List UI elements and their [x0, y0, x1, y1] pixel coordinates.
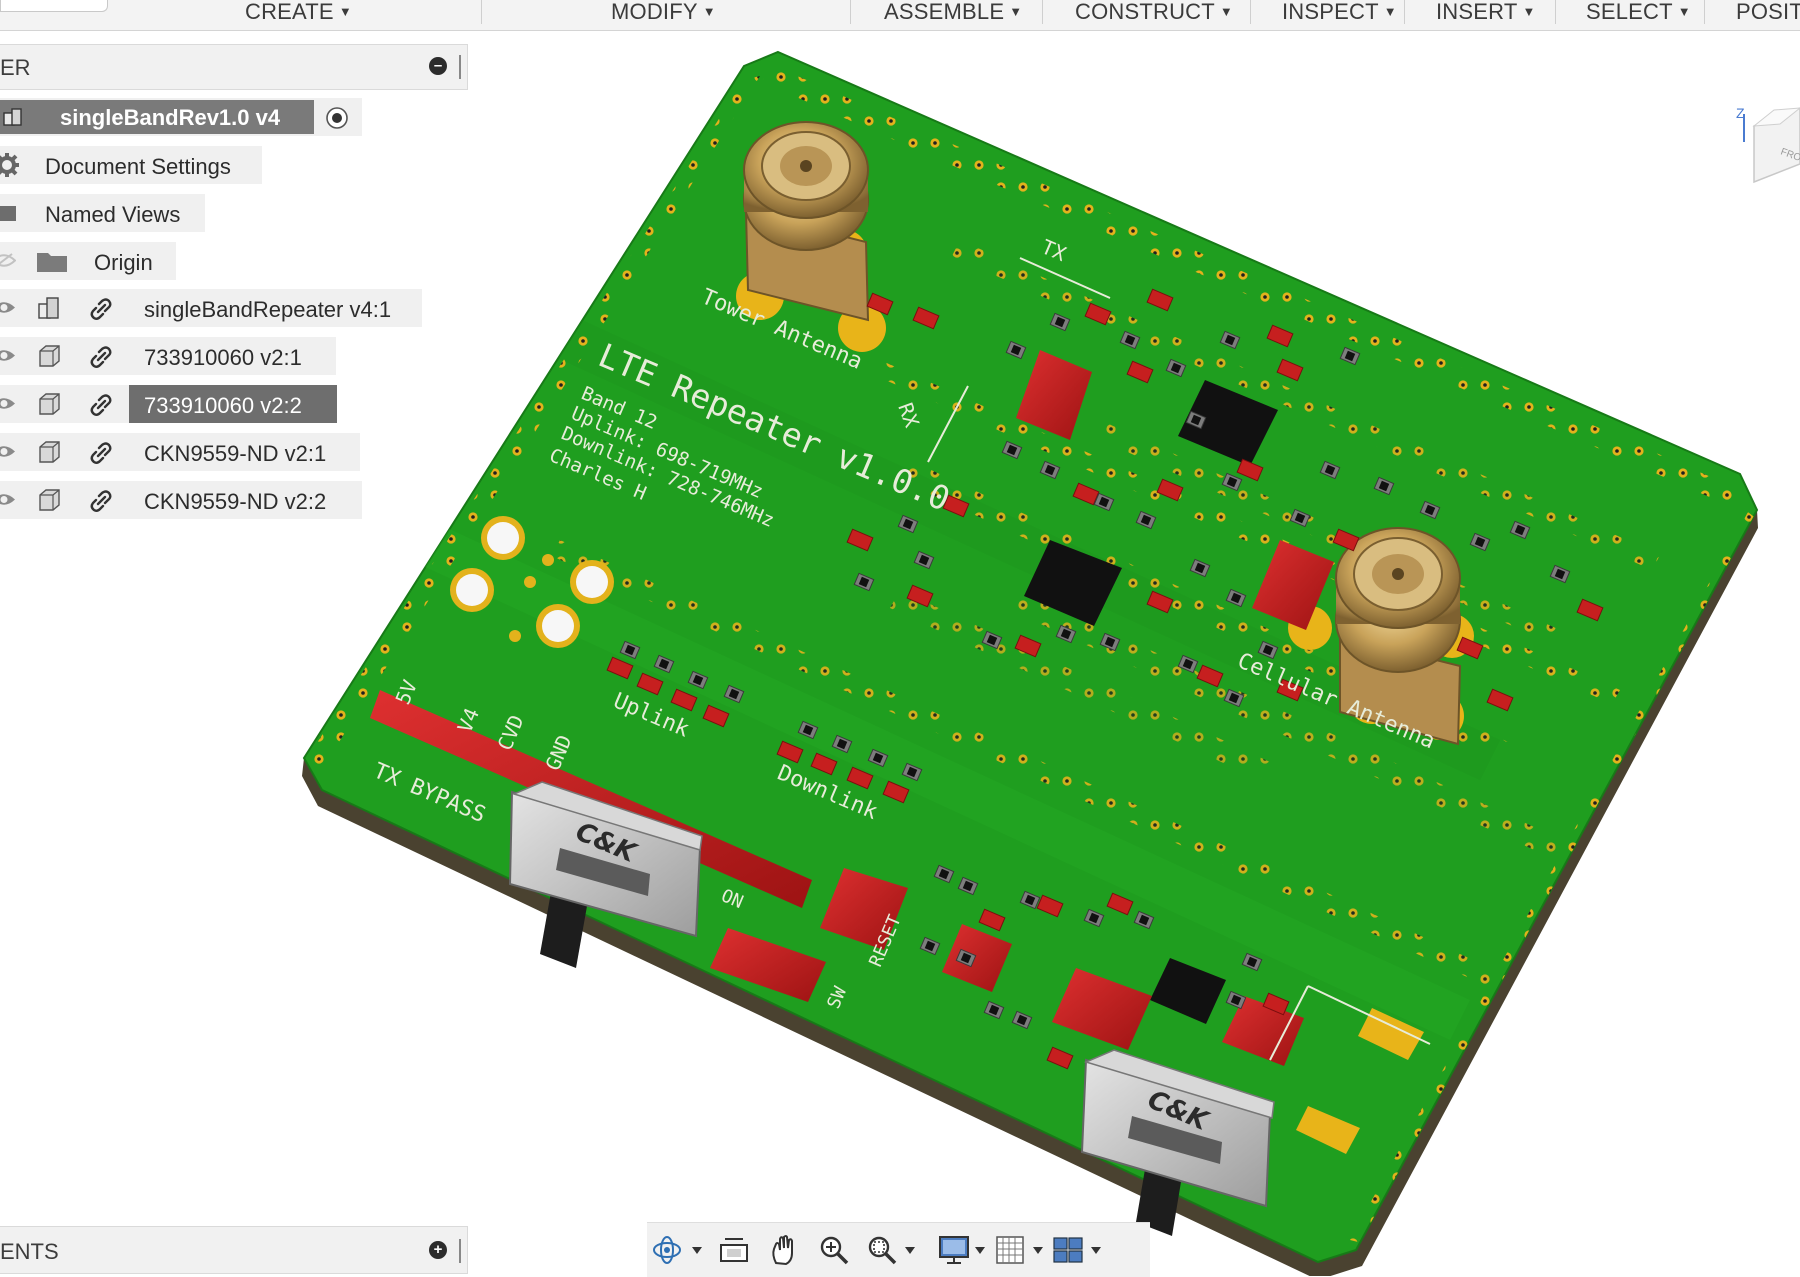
link-icon	[90, 394, 112, 416]
expand-icon[interactable]: +	[429, 1241, 447, 1259]
model-viewport[interactable]: LTE Repeater v1.0.0 Band 12 Uplink: 698-…	[0, 0, 1800, 1276]
body-icon	[39, 393, 60, 415]
eye-icon[interactable]	[0, 300, 16, 315]
zoom-dropdown-icon[interactable]	[905, 1247, 915, 1254]
folder-icon	[0, 206, 16, 221]
panel-grip-icon[interactable]	[459, 55, 461, 79]
eye-icon[interactable]	[0, 396, 16, 411]
browser-item-label: singleBandRepeater v4:1	[144, 297, 392, 322]
fit-icon[interactable]	[865, 1233, 899, 1267]
grid-settings-icon[interactable]	[993, 1233, 1027, 1267]
orbit-icon[interactable]	[651, 1233, 685, 1267]
browser-item-label: Named Views	[45, 202, 181, 227]
body-icon	[39, 489, 60, 511]
grid-dropdown-icon[interactable]	[1033, 1247, 1043, 1254]
display-settings-icon[interactable]	[937, 1233, 971, 1267]
comments-panel-header: ENTS +	[0, 1226, 468, 1274]
browser-item-733910060-1[interactable]: 733910060 v2:1	[0, 337, 336, 375]
comments-title: ENTS	[0, 1239, 59, 1264]
folder-icon	[37, 253, 67, 272]
viewports-icon[interactable]	[1051, 1233, 1085, 1267]
browser-item-733910060-2[interactable]: 733910060 v2:2	[0, 385, 337, 423]
eye-icon[interactable]	[0, 444, 16, 459]
zoom-icon[interactable]	[817, 1233, 851, 1267]
browser-item-ckn9559-2[interactable]: CKN9559-ND v2:2	[0, 481, 362, 519]
viewports-dropdown-icon[interactable]	[1091, 1247, 1101, 1254]
browser-root-label: singleBandRev1.0 v4	[60, 105, 281, 130]
body-icon	[39, 441, 60, 463]
component-icon	[3, 108, 22, 126]
link-icon	[90, 442, 112, 464]
browser-item-ckn9559-1[interactable]: CKN9559-ND v2:1	[0, 433, 360, 471]
link-icon	[90, 298, 112, 320]
pan-icon[interactable]	[767, 1233, 801, 1267]
browser-item-label: CKN9559-ND v2:2	[144, 489, 327, 514]
browser-item-label: 733910060 v2:2	[144, 393, 302, 418]
browser-item-label: CKN9559-ND v2:1	[144, 441, 327, 466]
browser-item-document-settings[interactable]: Document Settings	[0, 146, 262, 184]
link-icon	[90, 346, 112, 368]
browser-item-label: Origin	[94, 250, 153, 275]
axis-z-label: Z	[1736, 105, 1745, 121]
browser-item-singlebandrepeater[interactable]: singleBandRepeater v4:1	[0, 289, 422, 327]
browser-panel-header: ER –	[0, 44, 468, 90]
visibility-off-icon[interactable]	[0, 253, 16, 268]
component-icon	[38, 297, 59, 319]
browser-title: ER	[0, 55, 31, 80]
body-icon	[39, 345, 60, 367]
gear-icon	[0, 153, 19, 177]
eye-icon[interactable]	[0, 348, 16, 363]
collapse-icon[interactable]: –	[429, 57, 447, 75]
activate-radio-icon[interactable]	[325, 106, 349, 130]
browser-item-label: 733910060 v2:1	[144, 345, 302, 370]
browser-item-label: Document Settings	[45, 154, 231, 179]
look-at-icon[interactable]	[717, 1233, 751, 1267]
display-dropdown-icon[interactable]	[975, 1247, 985, 1254]
browser-item-named-views[interactable]: Named Views	[0, 194, 205, 232]
browser-root-item[interactable]: singleBandRev1.0 v4	[0, 98, 362, 136]
pcb-board[interactable]: LTE Repeater v1.0.0 Band 12 Uplink: 698-…	[302, 50, 1759, 1276]
link-icon	[90, 490, 112, 512]
browser-item-origin[interactable]: Origin	[0, 242, 176, 280]
view-cube[interactable]: Z FRO	[1730, 104, 1800, 194]
orbit-dropdown-icon[interactable]	[692, 1247, 702, 1254]
panel-grip-icon[interactable]	[459, 1239, 461, 1263]
navigation-toolbar	[647, 1222, 1150, 1277]
eye-icon[interactable]	[0, 492, 16, 507]
